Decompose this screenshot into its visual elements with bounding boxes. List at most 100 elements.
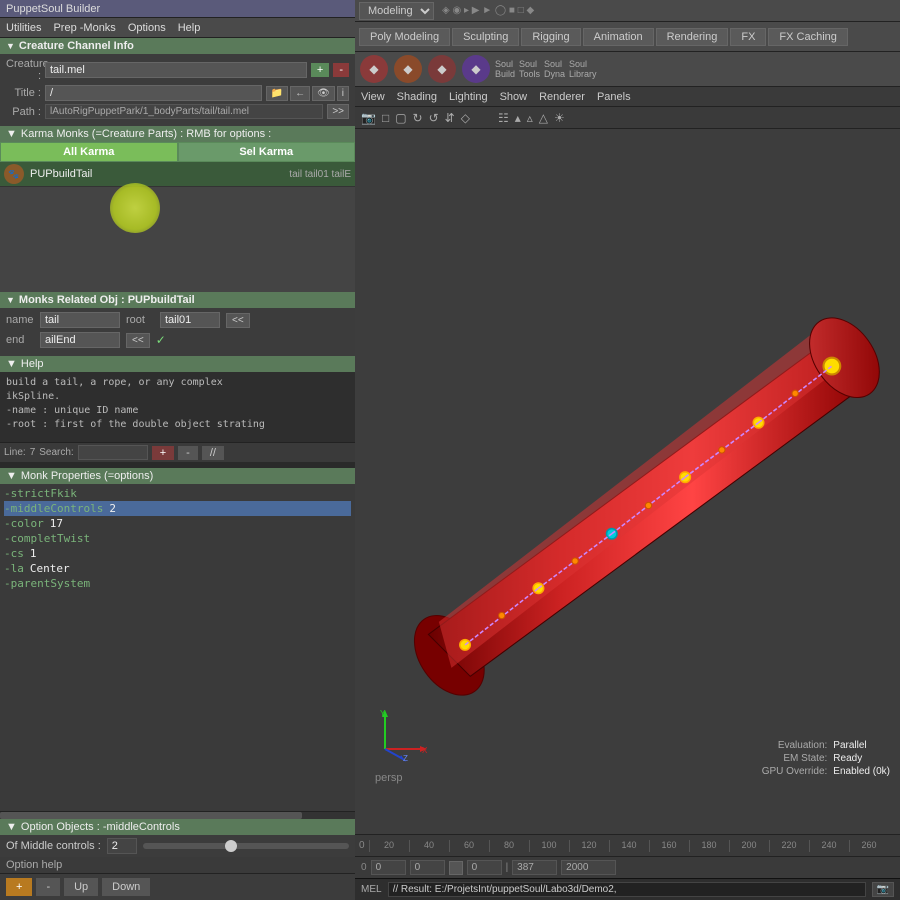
vtb-icon-light[interactable]: ☀ [552, 111, 567, 125]
title-bar: PuppetSoul Builder [0, 0, 355, 18]
vtb-icon-shading[interactable]: ▴ [513, 111, 523, 125]
menu-utilities[interactable]: Utilities [6, 22, 41, 34]
tab-fx-caching[interactable]: FX Caching [768, 28, 847, 46]
left-hscroll[interactable] [0, 811, 355, 819]
status-val-3[interactable] [467, 860, 502, 875]
prop-item-0[interactable]: -strictFkik [4, 486, 351, 501]
karma-buttons: All Karma Sel Karma [0, 142, 355, 162]
viewport-menu-show[interactable]: Show [500, 91, 528, 103]
monks-related-header: ▼ Monks Related Obj : PUPbuildTail [0, 292, 355, 308]
vtb-icon-iso[interactable]: ◇ [459, 111, 472, 125]
all-karma-btn[interactable]: All Karma [0, 142, 178, 162]
soul-build-icon[interactable]: ◆ [360, 55, 388, 83]
creature-remove-btn[interactable]: - [333, 63, 349, 77]
title-input[interactable] [45, 85, 262, 101]
status-val-5[interactable] [561, 860, 616, 875]
prop-item-6[interactable]: -parentSystem [4, 576, 351, 591]
help-text-area: build a tail, a rope, or any complex ikS… [0, 372, 355, 442]
bottom-minus-btn[interactable]: - [36, 878, 60, 896]
title-icon-folder[interactable]: 📁 [266, 86, 288, 101]
pipe-svg [355, 209, 900, 808]
bottom-down-btn[interactable]: Down [102, 878, 150, 896]
status-checkbox[interactable] [449, 861, 463, 875]
monks-check-icon[interactable]: ✓ [156, 333, 166, 347]
creature-input[interactable] [45, 62, 307, 78]
monks-end-input[interactable] [40, 332, 120, 348]
line-num: 7 [30, 447, 36, 458]
soul-tools-icon[interactable]: ◆ [394, 55, 422, 83]
timeline[interactable]: 0 20 40 60 80 100 120 140 160 180 200 22… [355, 834, 900, 856]
monks-root-input[interactable] [160, 312, 220, 328]
prop-item-5[interactable]: -la Center [4, 561, 351, 576]
menu-help[interactable]: Help [178, 22, 201, 34]
tab-rendering[interactable]: Rendering [656, 28, 729, 46]
bottom-up-btn[interactable]: Up [64, 878, 98, 896]
viewport-menu-shading[interactable]: Shading [397, 91, 437, 103]
vtb-icon-xray[interactable]: △ [537, 111, 550, 125]
soul-library-icon[interactable]: ◆ [462, 55, 490, 83]
prop-key-1: -middleControls [4, 502, 103, 515]
viewport-menu-view[interactable]: View [361, 91, 385, 103]
tab-sculpting[interactable]: Sculpting [452, 28, 519, 46]
option-help-row: Option help [0, 857, 355, 873]
sel-karma-btn[interactable]: Sel Karma [178, 142, 356, 162]
viewport-3d[interactable]: X Y Z persp Evaluation: Parallel EM Stat… [355, 129, 900, 834]
mel-label: MEL [361, 884, 382, 895]
vtb-icon-fit[interactable]: □ [380, 111, 391, 125]
creature-info-panel: Creature : + - Title : 📁 ← 👁 i Path : lA… [0, 54, 355, 126]
monks-root-nav-btn[interactable]: << [226, 313, 250, 328]
path-nav-btn[interactable]: >> [327, 104, 349, 119]
left-hscroll-thumb [0, 812, 302, 819]
vtb-icon-scale[interactable]: ⇵ [443, 111, 457, 125]
viewport-menu-renderer[interactable]: Renderer [539, 91, 585, 103]
em-row: EM State: Ready [747, 753, 890, 764]
vtb-icon-rot[interactable]: ↺ [427, 111, 441, 125]
option-slider[interactable] [143, 843, 349, 849]
help-minus-btn[interactable]: - [178, 446, 198, 460]
status-val-4[interactable] [512, 860, 557, 875]
tab-animation[interactable]: Animation [583, 28, 654, 46]
prop-item-2[interactable]: -color 17 [4, 516, 351, 531]
prop-item-1[interactable]: -middleControls 2 [4, 501, 351, 516]
title-icon-arrow[interactable]: ← [290, 86, 310, 101]
title-icons: 📁 ← 👁 i [266, 86, 349, 101]
vtb-icon-sel[interactable]: ▢ [393, 111, 408, 125]
creature-add-btn[interactable]: + [311, 63, 329, 77]
tl-240: 240 [809, 840, 849, 852]
vtb-icon-cam[interactable]: 📷 [359, 111, 378, 125]
tl-160: 160 [649, 840, 689, 852]
monks-name-input[interactable] [40, 312, 120, 328]
title-text: PuppetSoul Builder [6, 3, 100, 15]
vtb-icon-move[interactable]: ↻ [411, 111, 425, 125]
monk-properties-header: ▼ Monk Properties (=options) [0, 468, 355, 484]
status-frame-start[interactable] [371, 860, 406, 875]
title-icon-info[interactable]: i [337, 86, 349, 101]
vtb-icon-grid[interactable]: ☷ [496, 111, 511, 125]
mel-input[interactable] [388, 882, 866, 897]
menu-prep-monks[interactable]: Prep -Monks [53, 22, 115, 34]
svg-text:Y: Y [380, 709, 386, 718]
prop-item-4[interactable]: -cs 1 [4, 546, 351, 561]
title-icon-eye[interactable]: 👁 [312, 86, 335, 101]
modeling-dropdown[interactable]: Modeling [359, 2, 434, 20]
soul-dyna-icon[interactable]: ◆ [428, 55, 456, 83]
tab-poly-modeling[interactable]: Poly Modeling [359, 28, 450, 46]
viewport-menu-panels[interactable]: Panels [597, 91, 631, 103]
props-list: -strictFkik -middleControls 2 -color 17 … [0, 484, 355, 811]
option-objects-value[interactable] [107, 838, 137, 854]
vtb-icon-wire[interactable]: ▵ [525, 111, 535, 125]
bottom-add-btn[interactable]: + [6, 878, 32, 896]
mel-icon-btn[interactable]: 📷 [872, 882, 894, 897]
tab-fx[interactable]: FX [730, 28, 766, 46]
help-slash-btn[interactable]: // [202, 446, 224, 460]
monks-end-nav-btn[interactable]: << [126, 333, 150, 348]
karma-item-0[interactable]: 🐾 PUPbuildTail tail tail01 tailE [0, 162, 355, 187]
prop-item-3[interactable]: -completTwist [4, 531, 351, 546]
status-frame-end[interactable] [410, 860, 445, 875]
option-objects-row: Of Middle controls : [0, 835, 355, 857]
menu-options[interactable]: Options [128, 22, 166, 34]
help-plus-btn[interactable]: + [152, 446, 174, 460]
tab-rigging[interactable]: Rigging [521, 28, 580, 46]
help-search-input[interactable] [78, 445, 148, 460]
viewport-menu-lighting[interactable]: Lighting [449, 91, 488, 103]
